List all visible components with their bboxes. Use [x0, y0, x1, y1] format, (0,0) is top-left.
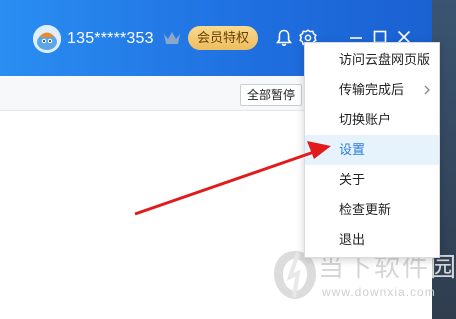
menu-item-exit[interactable]: 退出 [305, 225, 439, 255]
watermark-url: www.downxia.com [322, 285, 436, 299]
avatar[interactable] [33, 25, 61, 53]
vip-privilege-button[interactable]: 会员特权 [188, 26, 258, 50]
username[interactable]: 135*****353 [67, 28, 154, 50]
settings-dropdown-menu: 访问云盘网页版 传输完成后 切换账户 设置 关于 检查更新 退出 [304, 42, 440, 258]
crown-icon [164, 32, 180, 44]
menu-item-check-update[interactable]: 检查更新 [305, 195, 439, 225]
menu-item-web-version[interactable]: 访问云盘网页版 [305, 45, 439, 75]
bell-icon[interactable] [276, 29, 292, 47]
menu-item-after-transfer-label: 传输完成后 [339, 82, 405, 97]
menu-item-after-transfer[interactable]: 传输完成后 [305, 75, 439, 105]
chevron-right-icon [424, 85, 430, 95]
menu-item-settings[interactable]: 设置 [305, 135, 439, 165]
menu-item-switch-account[interactable]: 切换账户 [305, 105, 439, 135]
pause-all-button[interactable]: 全部暂停 [240, 84, 302, 106]
menu-item-about[interactable]: 关于 [305, 165, 439, 195]
avatar-image [33, 25, 61, 53]
